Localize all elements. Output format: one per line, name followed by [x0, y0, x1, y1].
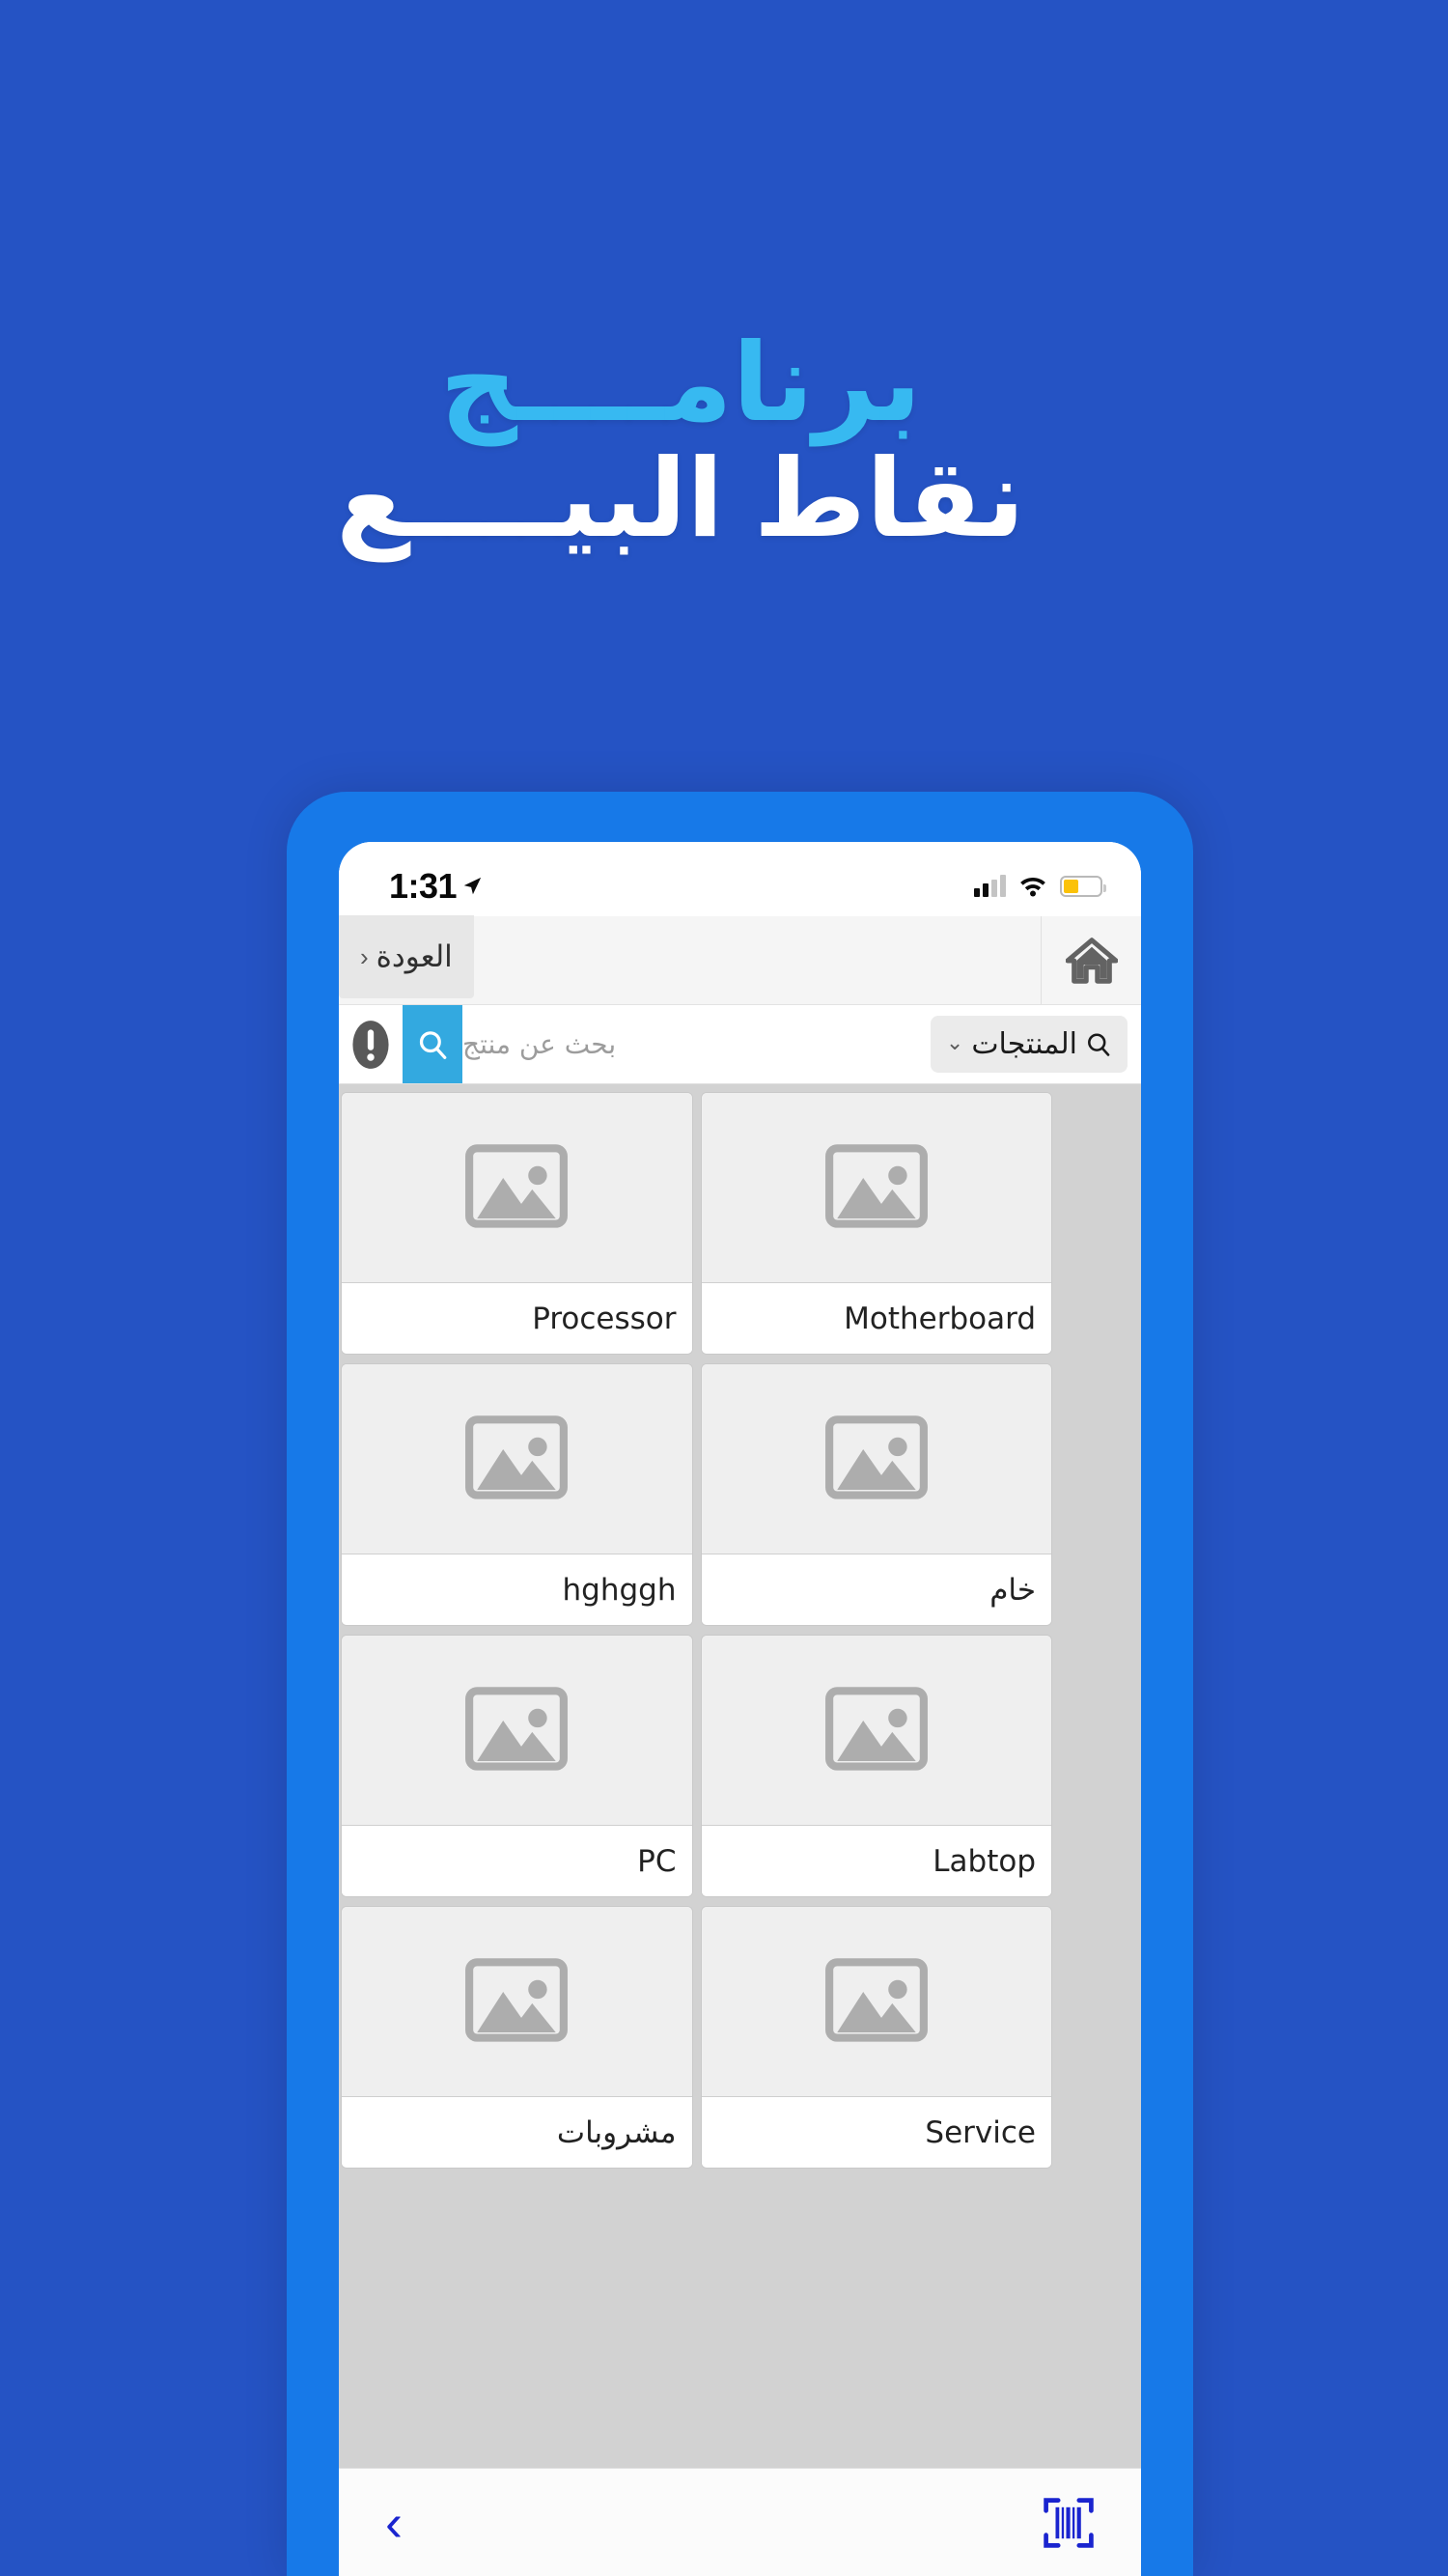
product-name: PC: [342, 1825, 692, 1896]
image-placeholder-icon: [465, 1144, 569, 1228]
chevron-left-icon: ‹: [360, 941, 369, 971]
product-image: [342, 1907, 692, 2096]
product-card[interactable]: Processor: [341, 1092, 693, 1355]
product-content-area: Motherboard Processor خام hghggh Labtop PC Ser…: [339, 1084, 1141, 2468]
product-image: [701, 1636, 1051, 1825]
cellular-signal-icon: [974, 874, 1006, 897]
status-bar-left: 1:31: [389, 866, 483, 907]
app-navigation-bar: العودة ‹: [339, 915, 1141, 1005]
home-icon: [1065, 937, 1118, 984]
status-bar-clock: 1:31: [389, 865, 458, 906]
image-placeholder-icon: [465, 1687, 569, 1771]
bottom-toolbar: ‹: [339, 2468, 1141, 2576]
phone-screen: 1:31 العودة ‹ بحث عن منتج المنتجات ⌄ Mot…: [339, 842, 1141, 2576]
bottom-back-button[interactable]: ‹: [385, 2497, 403, 2549]
product-image: [701, 1093, 1051, 1282]
product-card[interactable]: Service: [700, 1906, 1052, 2169]
location-arrow-icon: [463, 877, 482, 894]
product-image: [342, 1364, 692, 1554]
ios-status-bar: 1:31: [339, 842, 1141, 916]
nav-bar-spacer: [474, 916, 1041, 1004]
product-image: [701, 1907, 1051, 2096]
phone-mockup-frame: 1:31 العودة ‹ بحث عن منتج المنتجات ⌄ Mot…: [287, 792, 1193, 2576]
image-placeholder-icon: [465, 1958, 569, 2042]
battery-icon: [1060, 875, 1106, 897]
product-image: [701, 1364, 1051, 1554]
warning-button[interactable]: [339, 1005, 403, 1083]
search-input-placeholder: بحث عن منتج: [462, 1028, 617, 1060]
product-image: [342, 1093, 692, 1282]
chevron-down-icon: ⌄: [945, 1029, 964, 1054]
product-image: [342, 1636, 692, 1825]
search-submit-button[interactable]: [403, 1005, 462, 1083]
product-card[interactable]: PC: [341, 1635, 693, 1897]
hero-title-line-1: برنامــــج: [439, 322, 923, 443]
category-dropdown-label: المنتجات: [971, 1027, 1077, 1061]
image-placeholder-icon: [465, 1415, 569, 1499]
back-button-label: العودة: [376, 939, 453, 974]
product-name: Labtop: [701, 1825, 1051, 1896]
back-button[interactable]: العودة ‹: [339, 915, 474, 998]
image-placeholder-icon: [824, 1144, 928, 1228]
product-name: Motherboard: [701, 1282, 1051, 1354]
product-name: Processor: [342, 1282, 692, 1354]
exclamation-icon: [352, 1020, 389, 1069]
product-card[interactable]: Motherboard: [700, 1092, 1052, 1355]
home-button[interactable]: [1041, 916, 1141, 1004]
barcode-scanner-icon[interactable]: [1043, 2495, 1095, 2551]
wifi-icon: [1020, 878, 1045, 897]
product-grid: Motherboard Processor خام hghggh Labtop PC Ser…: [339, 1084, 1060, 2468]
product-name: Service: [701, 2096, 1051, 2168]
category-dropdown[interactable]: المنتجات ⌄: [930, 1016, 1128, 1073]
left-rail: [1060, 1084, 1141, 2468]
image-placeholder-icon: [824, 1958, 928, 2042]
hero-title-block: برنامــــج نقاط البيــــع: [0, 322, 1448, 560]
hero-title-line-2: نقاط البيــــع: [336, 438, 1027, 560]
product-card[interactable]: مشروبات: [341, 1906, 693, 2169]
status-bar-right: [974, 874, 1106, 897]
image-placeholder-icon: [824, 1415, 928, 1499]
product-name: خام: [701, 1554, 1051, 1625]
search-toolbar: بحث عن منتج المنتجات ⌄: [339, 1005, 1141, 1084]
search-input[interactable]: بحث عن منتج: [462, 1005, 923, 1083]
product-name: hghggh: [342, 1554, 692, 1625]
product-card[interactable]: خام: [700, 1363, 1052, 1626]
image-placeholder-icon: [824, 1687, 928, 1771]
product-card[interactable]: Labtop: [700, 1635, 1052, 1897]
product-card[interactable]: hghggh: [341, 1363, 693, 1626]
search-icon: [1088, 1032, 1110, 1056]
product-name: مشروبات: [342, 2096, 692, 2168]
search-icon: [419, 1030, 447, 1059]
